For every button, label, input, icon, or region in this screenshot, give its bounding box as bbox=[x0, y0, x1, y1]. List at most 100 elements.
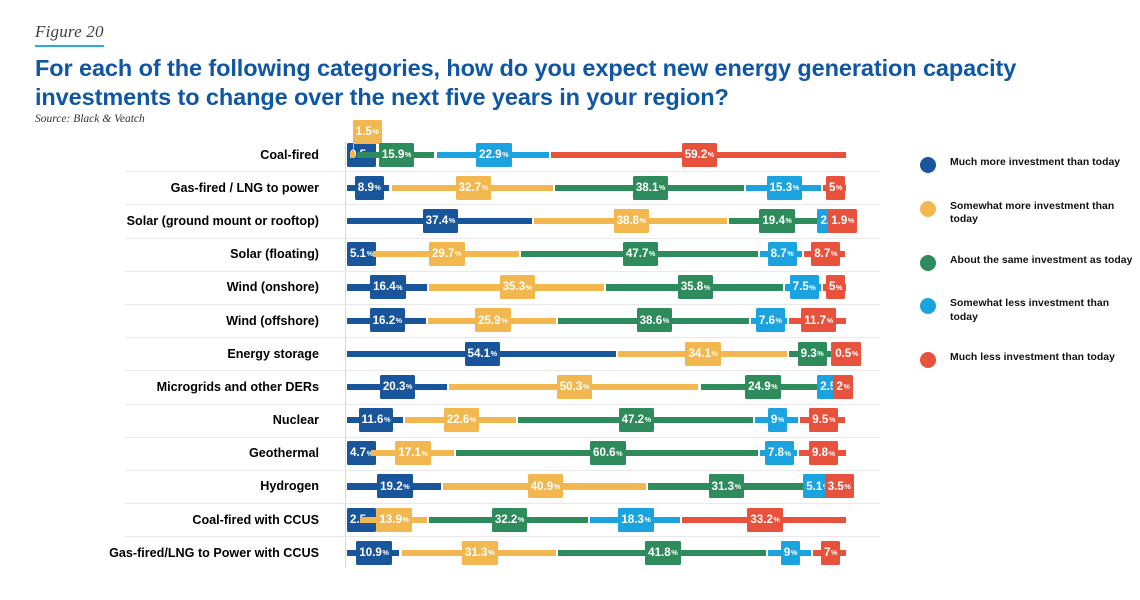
row-category-label: Gas-fired/LNG to Power with CCUS bbox=[109, 545, 319, 560]
segment-value-label: 19.4% bbox=[759, 208, 795, 233]
chart-legend: Much more investment than today Somewhat … bbox=[920, 156, 1135, 395]
legend-item-much-more[interactable]: Much more investment than today bbox=[920, 156, 1135, 173]
legend-swatch-icon bbox=[920, 157, 936, 173]
segment-value-label: 18.3% bbox=[618, 507, 654, 532]
stacked-bar: 0.5%1.5%15.9%22.9%59.2% bbox=[347, 120, 848, 171]
segment-value-label: 38.6% bbox=[636, 308, 673, 333]
stacked-bar: 4.7%17.1%60.6%7.8%9.8% bbox=[347, 437, 848, 470]
legend-label: Much more investment than today bbox=[950, 157, 1121, 168]
stacked-bar: 5.1% 29.7% 47.7% 8.7% 8.7% bbox=[347, 238, 848, 271]
row-category-label: Solar (ground mount or rooftop) bbox=[126, 213, 319, 228]
chart-row: Energy storage 54.1%34.1%9.3%2%0.5% bbox=[0, 337, 880, 370]
segment-value-label: 16.4% bbox=[370, 275, 406, 300]
segment-value-label: 10.9% bbox=[356, 540, 392, 565]
stacked-bar: 54.1%34.1%9.3%2%0.5% bbox=[347, 337, 862, 370]
chart-rows: Coal-fired 0.5% 1.5%15.9% 22.9% 59.2% Gas-fir… bbox=[0, 120, 880, 569]
segment-value-label: 19.2% bbox=[377, 474, 413, 499]
stacked-bar: 37.4%38.8%19.4%2.4%1.9% bbox=[347, 204, 858, 237]
chart-row: Coal-fired0.5%1.5%15.9%22.9%59.2% bbox=[0, 120, 880, 171]
segment-value-label: 15.3% bbox=[766, 175, 803, 200]
segment-value-label: 31.3% bbox=[708, 474, 745, 499]
legend-label: Somewhat less investment than today bbox=[950, 298, 1110, 323]
chart-row: Geothermal4.7%17.1%60.6%7.8%9.8% bbox=[0, 436, 880, 470]
stacked-bar: 16.2% 25.9% 38.6% 7.6% 11.7% bbox=[347, 304, 848, 337]
legend-label: Somewhat more investment than today bbox=[950, 200, 1115, 226]
segment-value-label: 7% bbox=[820, 540, 841, 565]
segment-value-label: 37.4% bbox=[422, 208, 459, 233]
callout-leader-line bbox=[353, 140, 357, 155]
segment-value-label: 5% bbox=[825, 275, 846, 300]
segment-value-label: 38.1% bbox=[632, 175, 669, 200]
segment-value-label: 8.7% bbox=[811, 242, 841, 267]
segment-value-label: 9.5% bbox=[809, 408, 839, 432]
segment-value-label: 20.3% bbox=[379, 374, 416, 399]
row-category-label: Energy storage bbox=[227, 346, 319, 361]
legend-swatch-icon bbox=[920, 200, 936, 217]
segment-value-label: 7.5% bbox=[789, 275, 819, 300]
segment-value-label: 8.9% bbox=[354, 175, 384, 200]
segment-value-label: 22.9% bbox=[476, 142, 512, 167]
segment-value-label: 38.8% bbox=[613, 208, 650, 233]
stacked-bar: 20.3%50.3%24.9%2.5%2% bbox=[347, 370, 853, 403]
legend-item-somewhat-less[interactable]: Somewhat less investment than today bbox=[920, 297, 1135, 324]
segment-value-label: 2% bbox=[833, 374, 853, 399]
chart-row: Hydrogen19.2%40.9%31.3%5.1%3.5% bbox=[0, 469, 880, 503]
figure-label: Figure 20 bbox=[35, 22, 104, 47]
row-category-label: Coal-fired with CCUS bbox=[192, 512, 319, 527]
figure-label-wrap: Figure 20 bbox=[35, 22, 104, 47]
chart-row: Gas-fired/LNG to Power with CCUS 10.9% 31.… bbox=[0, 536, 880, 569]
segment-value-label: 17.1% bbox=[395, 441, 431, 466]
chart-row: Solar (floating) 5.1% 29.7% 47.7% 8.7% 8.7% bbox=[0, 237, 880, 271]
segment-value-label: 60.6% bbox=[590, 441, 626, 466]
segment-value-label: 11.7% bbox=[801, 308, 837, 333]
segment-value-label: 59.2% bbox=[681, 142, 718, 167]
row-category-label: Coal-fired bbox=[260, 147, 319, 162]
legend-label: Much less investment than today bbox=[950, 352, 1115, 364]
segment-value-label: 33.2% bbox=[747, 507, 783, 532]
segment-value-label: 35.8% bbox=[677, 275, 714, 300]
row-category-label: Hydrogen bbox=[260, 479, 319, 494]
row-category-label: Wind (offshore) bbox=[226, 313, 319, 328]
stacked-bar: 16.4% 35.3% 35.8% 7.5% 5% bbox=[347, 271, 848, 304]
stacked-bar: 19.2%40.9%31.3%5.1%3.5% bbox=[347, 470, 854, 503]
chart-row: Gas-fired / LNG to power 8.9% 32.7% 38.1% 15… bbox=[0, 171, 880, 204]
segment-value-label: 1.9% bbox=[828, 208, 858, 233]
legend-item-somewhat-more[interactable]: Somewhat more investment than today bbox=[920, 200, 1135, 227]
segment-value-label: 7.8% bbox=[764, 441, 794, 466]
stacked-bar: 11.6% 22.6% 47.2% 9% 9.5% bbox=[347, 404, 848, 437]
segment-value-label: 11.6% bbox=[358, 408, 394, 432]
segment-value-label: 31.3% bbox=[462, 540, 498, 565]
segment-value-label: 32.7% bbox=[455, 175, 492, 200]
page-title: For each of the following categories, ho… bbox=[35, 55, 1017, 110]
row-category-label: Geothermal bbox=[249, 446, 319, 461]
legend-swatch-icon bbox=[920, 254, 936, 271]
segment-value-label: 16.2% bbox=[369, 308, 406, 333]
segment-value-label: 15.9% bbox=[378, 142, 415, 167]
segment-value-label: 0.5% bbox=[832, 341, 862, 366]
legend-item-about-same[interactable]: About the same investment as today bbox=[920, 254, 1135, 271]
legend-swatch-icon bbox=[920, 352, 936, 369]
row-category-label: Gas-fired / LNG to power bbox=[170, 180, 319, 195]
chart-row: Microgrids and other DERs 20.3% 50.3% 24.9%… bbox=[0, 370, 880, 403]
chart-row: Nuclear 11.6% 22.6% 47.2% 9% 9.5% bbox=[0, 403, 880, 437]
stacked-bar: 10.9% 31.3% 41.8% 9% 7% bbox=[347, 536, 848, 569]
segment-value-label: 3.5% bbox=[824, 474, 854, 499]
segment-value-label: 13.9% bbox=[376, 507, 412, 532]
legend-item-much-less[interactable]: Much less investment than today bbox=[920, 351, 1135, 369]
row-category-label: Nuclear bbox=[272, 413, 319, 428]
segment-value-label: 34.1% bbox=[685, 341, 722, 366]
stacked-bar: 8.9% 32.7% 38.1% 15.3% 5% bbox=[347, 171, 848, 204]
segment-value-label: 32.2% bbox=[491, 507, 528, 532]
segment-value-label: 22.6% bbox=[443, 408, 480, 432]
segment-value-label: 24.9% bbox=[745, 374, 781, 399]
chart-row: Wind (onshore) 16.4% 35.3% 35.8% 7.5% 5% bbox=[0, 270, 880, 304]
segment-value-label: 9.8% bbox=[808, 441, 839, 466]
segment-value-label: 40.9% bbox=[527, 474, 564, 499]
segment-value-label: 47.7% bbox=[622, 242, 659, 267]
segment-value-label: 7.6% bbox=[755, 308, 785, 333]
segment-value-label: 50.3% bbox=[556, 374, 593, 399]
legend-swatch-icon bbox=[920, 298, 936, 315]
row-category-label: Microgrids and other DERs bbox=[156, 379, 319, 394]
segment-value-label: 8.7% bbox=[767, 242, 797, 267]
legend-label: About the same investment as today bbox=[950, 254, 1133, 266]
